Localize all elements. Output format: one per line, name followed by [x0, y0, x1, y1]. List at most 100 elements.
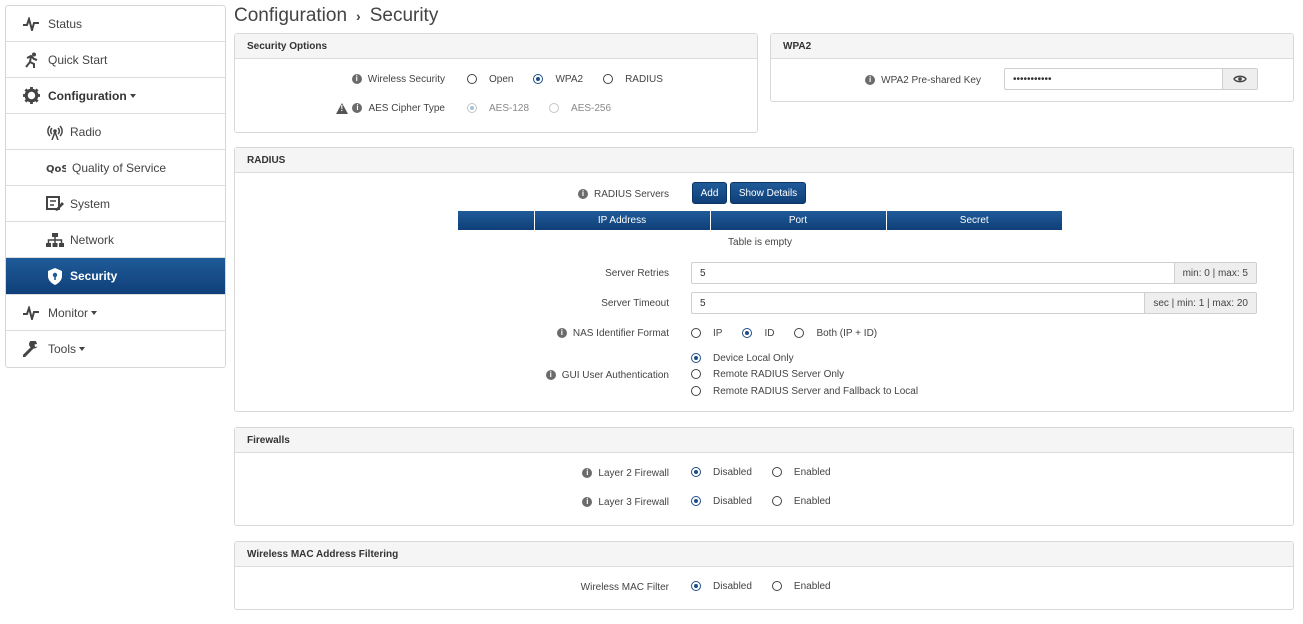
mac-filter-enabled-radio[interactable]: Enabled [771, 581, 831, 592]
server-timeout-hint: sec | min: 1 | max: 20 [1144, 293, 1256, 313]
chevron-down-icon [91, 310, 98, 315]
table-header-port[interactable]: Port [710, 211, 887, 230]
radius-servers-table: IP Address Port Secret [458, 211, 1062, 230]
radio-aes-128[interactable] [467, 103, 477, 113]
layer3-firewall-label: i Layer 3 Firewall [235, 495, 669, 509]
info-icon[interactable]: i [582, 468, 593, 478]
nas-identifier-label: i NAS Identifier Format [235, 326, 669, 340]
layer3-disabled-radio[interactable]: Disabled [691, 496, 752, 507]
info-icon[interactable]: i [556, 328, 567, 338]
nas-both-radio[interactable]: Both (IP + ID) [794, 328, 877, 339]
radio-l3-disabled[interactable] [691, 496, 701, 506]
panel-title: WPA2 [771, 34, 1293, 59]
radio-both[interactable] [794, 328, 805, 338]
info-icon[interactable]: i [582, 497, 593, 507]
table-header-ip[interactable]: IP Address [534, 211, 711, 230]
radio-mac-enabled[interactable] [771, 581, 782, 591]
mac-filter-disabled-radio[interactable]: Disabled [691, 581, 752, 592]
radio-aes-256[interactable] [549, 103, 560, 113]
sidebar-item-label: Radio [70, 124, 102, 139]
table-header [458, 211, 535, 230]
sidebar-item-security[interactable]: Security [6, 258, 225, 295]
sidebar-item-system[interactable]: System [6, 186, 225, 222]
radio-radius[interactable] [603, 74, 614, 84]
server-timeout-input[interactable]: 5 [692, 293, 1144, 313]
shield-icon [46, 267, 64, 285]
qos-icon: QoS [46, 159, 66, 177]
layer2-firewall-options: Disabled Enabled [691, 465, 851, 479]
table-header-secret[interactable]: Secret [886, 211, 1062, 230]
radio-l2-disabled[interactable] [691, 467, 701, 477]
radio-mac-disabled[interactable] [691, 581, 701, 591]
page-title: Security [369, 5, 439, 26]
wpa2-panel: WPA2 i WPA2 Pre-shared Key ••••••••••• [770, 33, 1294, 102]
radio-device-local[interactable] [691, 353, 701, 363]
sidebar-nav: Status Quick Start Configuration Radio Q… [5, 5, 226, 368]
radio-l3-enabled[interactable] [771, 496, 782, 506]
wrench-icon [22, 340, 40, 358]
info-icon[interactable]: i [352, 103, 363, 113]
server-timeout-label: Server Timeout [601, 297, 669, 309]
sidebar-item-label: Tools [48, 342, 77, 356]
radio-l2-enabled[interactable] [771, 467, 782, 477]
sidebar-item-radio[interactable]: Radio [6, 114, 225, 150]
sidebar-item-quick-start[interactable]: Quick Start [6, 42, 225, 78]
server-retries-input[interactable]: 5 [692, 263, 1174, 283]
sidebar-item-tools[interactable]: Tools [6, 331, 225, 367]
info-icon[interactable]: i [351, 74, 362, 84]
sidebar-item-label: Network [70, 232, 115, 247]
sidebar-item-status[interactable]: Status [6, 6, 225, 42]
aes-256-radio[interactable]: AES-256 [549, 103, 611, 114]
nas-ip-radio[interactable]: IP [691, 328, 722, 339]
network-icon [46, 231, 64, 249]
layer3-enabled-radio[interactable]: Enabled [771, 496, 831, 507]
sidebar-item-label: Monitor [48, 305, 89, 320]
radio-ip[interactable] [691, 328, 701, 338]
mac-filter-options: Disabled Enabled [691, 579, 851, 593]
wireless-security-open-radio[interactable]: Open [467, 74, 513, 85]
radius-servers-label: i RADIUS Servers [235, 187, 669, 201]
pulse-icon [22, 304, 40, 322]
layer2-firewall-label: i Layer 2 Firewall [235, 466, 669, 480]
layer2-disabled-radio[interactable]: Disabled [691, 467, 752, 478]
gui-auth-remote-radio[interactable]: Remote RADIUS Server Only [691, 367, 844, 381]
chevron-down-icon [79, 347, 86, 351]
sidebar-item-label: Quick Start [48, 52, 108, 67]
sidebar-item-qos[interactable]: QoS Quality of Service [6, 150, 225, 186]
mac-filter-panel: Wireless MAC Address Filtering Wireless … [234, 541, 1294, 610]
radio-wpa2[interactable] [533, 74, 544, 84]
wireless-security-wpa2-radio[interactable]: WPA2 [533, 74, 583, 85]
show-password-icon[interactable] [1222, 69, 1257, 89]
info-icon[interactable]: i [545, 370, 556, 380]
wireless-security-radius-radio[interactable]: RADIUS [603, 74, 663, 85]
warning-icon[interactable] [336, 102, 349, 114]
wpa2-psk-field[interactable]: ••••••••••• [1004, 68, 1258, 90]
sidebar-item-network[interactable]: Network [6, 222, 225, 258]
sidebar-item-label: Status [48, 16, 83, 31]
sidebar-item-configuration[interactable]: Configuration [6, 78, 225, 114]
sidebar-item-label: Quality of Service [72, 160, 167, 175]
aes-128-radio[interactable]: AES-128 [467, 103, 529, 114]
server-retries-label: Server Retries [605, 267, 669, 279]
gui-auth-local-radio[interactable]: Device Local Only [691, 351, 794, 365]
nas-identifier-options: IP ID Both (IP + ID) [691, 326, 897, 340]
sidebar-item-monitor[interactable]: Monitor [6, 295, 225, 331]
server-retries-hint: min: 0 | max: 5 [1173, 263, 1256, 283]
nas-id-radio[interactable]: ID [742, 328, 774, 339]
radio-remote-only[interactable] [691, 369, 701, 379]
add-server-button[interactable]: Add [692, 182, 727, 204]
breadcrumb-configuration[interactable]: Configuration [234, 5, 347, 27]
server-retries-field[interactable]: 5 min: 0 | max: 5 [691, 262, 1257, 284]
sidebar-item-label: Security [70, 269, 118, 283]
server-timeout-field[interactable]: 5 sec | min: 1 | max: 20 [691, 292, 1257, 314]
show-details-button[interactable]: Show Details [730, 182, 806, 204]
layer2-enabled-radio[interactable]: Enabled [771, 467, 831, 478]
info-icon[interactable]: i [865, 75, 876, 85]
info-icon[interactable]: i [577, 189, 588, 199]
radio-id[interactable] [742, 328, 753, 338]
radius-panel: RADIUS i RADIUS Servers Add Show Details … [234, 147, 1294, 412]
wpa2-psk-input[interactable]: ••••••••••• [1005, 69, 1222, 89]
radio-remote-fallback[interactable] [691, 386, 701, 396]
gui-auth-fallback-radio[interactable]: Remote RADIUS Server and Fallback to Loc… [691, 384, 918, 398]
radio-open[interactable] [467, 74, 477, 84]
